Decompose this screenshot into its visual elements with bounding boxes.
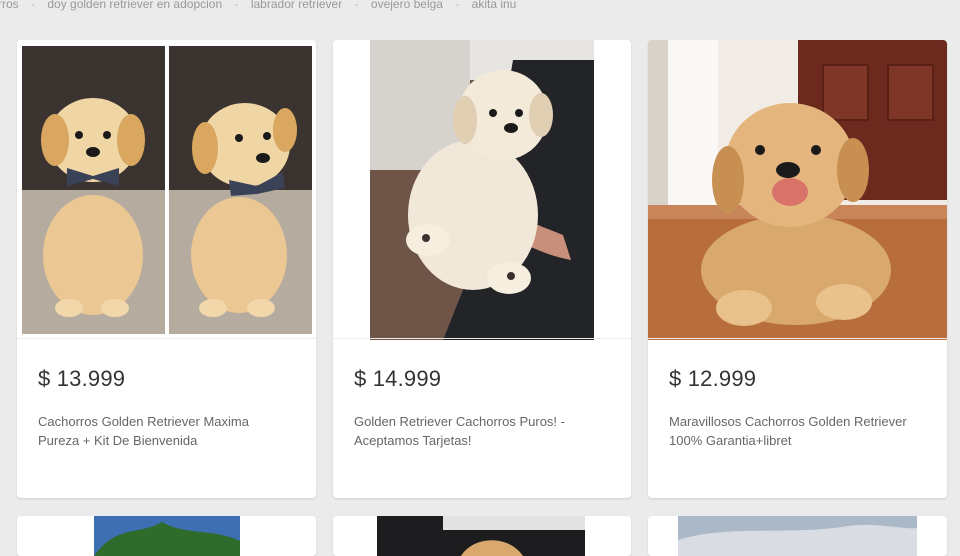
listing-image[interactable]	[17, 516, 316, 556]
listing-title[interactable]: Maravillosos Cachorros Golden Retriever …	[669, 412, 919, 450]
related-search-link[interactable]: doy golden retriever en adopcion	[47, 0, 222, 11]
listing-image[interactable]	[648, 516, 947, 556]
related-search-link[interactable]: labrador retriever	[251, 0, 342, 11]
listing-photo-partial	[17, 516, 316, 556]
listing-price: $ 13.999	[38, 366, 126, 391]
divider	[333, 338, 631, 339]
related-searches-bar: rros - doy golden retriever en adopcion …	[0, 0, 960, 13]
listing-image[interactable]	[333, 40, 631, 340]
listing-price: $ 12.999	[669, 366, 757, 391]
separator: -	[354, 0, 359, 11]
listing-card[interactable]: $ 12.999 Maravillosos Cachorros Golden R…	[648, 40, 947, 498]
golden-puppy-held-photo	[333, 40, 631, 340]
separator: -	[455, 0, 460, 11]
separator: -	[31, 0, 36, 11]
listing-card[interactable]	[17, 516, 316, 556]
golden-puppy-bowtie-photo	[17, 40, 316, 340]
related-search-link[interactable]: akita inu	[472, 0, 517, 11]
listing-card[interactable]	[648, 516, 947, 556]
listing-title[interactable]: Golden Retriever Cachorros Puros! - Acep…	[354, 412, 604, 450]
listing-photo-partial	[333, 516, 631, 556]
listing-card[interactable]: $ 13.999 Cachorros Golden Retriever Maxi…	[17, 40, 316, 498]
listing-card[interactable]: $ 14.999 Golden Retriever Cachorros Puro…	[333, 40, 631, 498]
listing-title[interactable]: Cachorros Golden Retriever Maxima Pureza…	[38, 412, 288, 450]
related-search-link[interactable]: ovejero belga	[371, 0, 443, 11]
listing-photo-partial	[648, 516, 947, 556]
listing-price: $ 14.999	[354, 366, 442, 391]
divider	[648, 338, 947, 339]
related-search-link[interactable]: rros	[0, 0, 19, 11]
listing-image[interactable]	[17, 40, 316, 340]
separator: -	[234, 0, 239, 11]
golden-puppy-smiling-photo	[648, 40, 947, 340]
divider	[17, 338, 316, 339]
listing-card[interactable]	[333, 516, 631, 556]
listing-image[interactable]	[333, 516, 631, 556]
listing-image[interactable]	[648, 40, 947, 340]
